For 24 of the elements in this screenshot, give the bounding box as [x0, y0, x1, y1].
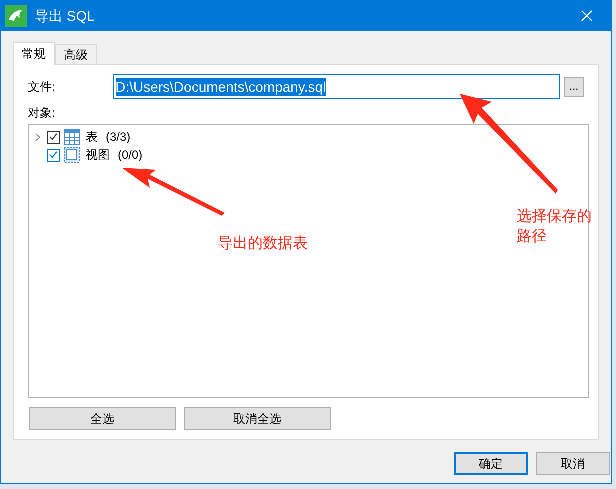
tab[interactable]: 高级 [55, 44, 97, 64]
file-label: 文件: [28, 78, 56, 96]
view-icon [64, 147, 80, 163]
tree-item-count: (3/3) [106, 129, 131, 146]
tree-item-count: (0/0) [118, 147, 143, 164]
app-logo-icon [5, 5, 27, 27]
deselect-all-button[interactable]: 取消全选 [184, 407, 331, 430]
select-all-button[interactable]: 全选 [29, 407, 176, 430]
close-icon[interactable] [581, 10, 593, 22]
ok-button[interactable]: 确定 [454, 452, 528, 475]
browse-button[interactable]: ... [564, 76, 584, 96]
tree-item-label[interactable]: 表 [86, 128, 98, 146]
checkbox[interactable] [47, 148, 60, 162]
expand-chevron-icon[interactable] [35, 132, 41, 142]
annotation-text: 选择保存的路径 [517, 207, 593, 247]
tab[interactable]: 常规 [13, 42, 55, 65]
tree-item-label[interactable]: 视图 [86, 146, 110, 164]
objects-label: 对象: [28, 105, 56, 122]
checkbox[interactable] [47, 130, 60, 144]
cancel-button[interactable]: 取消 [536, 452, 610, 475]
file-path-field[interactable]: D:\Users\Documents\company.sql [112, 74, 560, 99]
window-title: 导出 SQL [35, 6, 95, 26]
annotation-text: 导出的数据表 [218, 234, 308, 254]
table-icon [64, 129, 80, 145]
